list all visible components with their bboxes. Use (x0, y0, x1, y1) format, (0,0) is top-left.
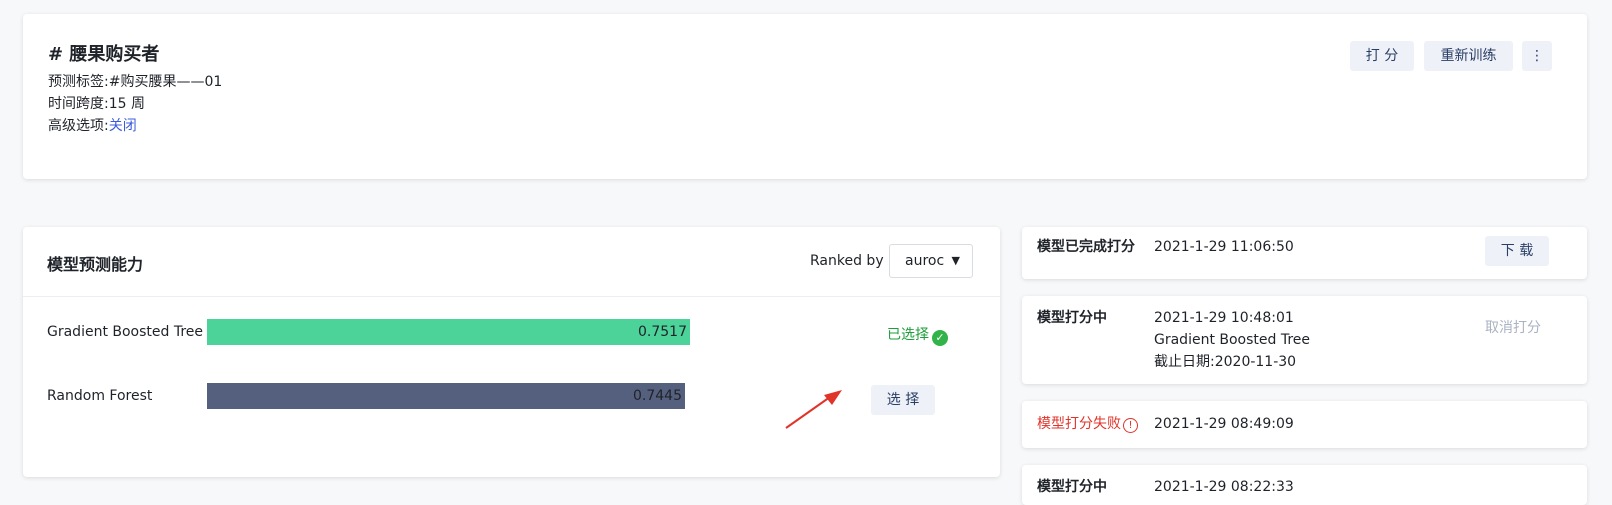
retrain-button[interactable]: 重新训练 (1424, 41, 1513, 71)
score-bar: 0.7445 (207, 383, 685, 409)
more-vertical-icon: ⋮ (1530, 48, 1544, 64)
model-name: Gradient Boosted Tree (47, 324, 204, 340)
error-circle-icon: ! (1123, 418, 1138, 433)
meta-predict-label: 预测标签:#购买腰果——01 (48, 71, 222, 91)
ranking-metric-value: auroc (905, 253, 945, 269)
meta-value: #购买腰果——01 (108, 74, 223, 90)
status-label: 模型打分中 (1037, 310, 1107, 326)
status-label: 模型已完成打分 (1037, 239, 1135, 255)
model-card-title: 模型预测能力 (47, 255, 144, 274)
score-value: 0.7517 (638, 324, 687, 340)
selected-label: 已选择 (887, 327, 929, 343)
score-value: 0.7445 (633, 388, 682, 404)
status-model: Gradient Boosted Tree (1154, 332, 1311, 348)
score-button[interactable]: 打 分 (1350, 41, 1414, 71)
select-model-button[interactable]: 选 择 (871, 385, 935, 415)
advanced-options-toggle[interactable]: 关闭 (109, 118, 137, 134)
status-cutoff-date: 截止日期:2020-11-30 (1154, 354, 1297, 370)
status-card-scoring-2: 模型打分中 2021-1-29 08:22:33 (1022, 465, 1587, 505)
meta-advanced-options: 高级选项:关闭 (48, 115, 137, 135)
ranked-by-label: Ranked by (810, 253, 884, 269)
status-label-failed: 模型打分失败! (1037, 413, 1138, 435)
status-time: 2021-1-29 11:06:50 (1154, 239, 1294, 255)
divider (23, 296, 1000, 297)
more-options-button[interactable]: ⋮ (1522, 41, 1552, 71)
meta-label: 预测标签: (48, 74, 109, 90)
status-time: 2021-1-29 08:49:09 (1154, 416, 1294, 432)
status-time: 2021-1-29 08:22:33 (1154, 479, 1294, 495)
page-title: # 腰果购买者 (48, 44, 160, 65)
status-card-completed: 模型已完成打分 2021-1-29 11:06:50 下 载 (1022, 227, 1587, 279)
caret-down-icon: ▼ (951, 254, 960, 267)
status-label: 模型打分失败 (1037, 416, 1121, 432)
cancel-scoring-button[interactable]: 取消打分 (1485, 317, 1541, 337)
model-performance-card: 模型预测能力 Ranked by auroc ▼ Gradient Booste… (23, 227, 1000, 477)
meta-label: 时间跨度: (48, 96, 109, 112)
status-card-scoring: 模型打分中 2021-1-29 10:48:01 Gradient Booste… (1022, 296, 1587, 384)
status-card-failed: 模型打分失败! 2021-1-29 08:49:09 (1022, 401, 1587, 448)
annotation-arrow-icon (785, 390, 842, 429)
meta-time-span: 时间跨度:15 周 (48, 93, 145, 113)
download-button[interactable]: 下 载 (1485, 236, 1549, 266)
ranking-metric-select[interactable]: auroc ▼ (889, 244, 973, 278)
meta-value: 15 周 (108, 96, 145, 112)
model-name: Random Forest (47, 388, 153, 404)
status-time: 2021-1-29 10:48:01 (1154, 310, 1294, 326)
status-label: 模型打分中 (1037, 479, 1107, 495)
score-bar: 0.7517 (207, 319, 690, 345)
meta-label: 高级选项: (48, 118, 109, 134)
check-circle-icon: ✓ (932, 330, 948, 346)
header-card: # 腰果购买者 预测标签:#购买腰果——01 时间跨度:15 周 高级选项:关闭… (23, 14, 1587, 179)
selected-status: 已选择 ✓ (887, 324, 948, 346)
